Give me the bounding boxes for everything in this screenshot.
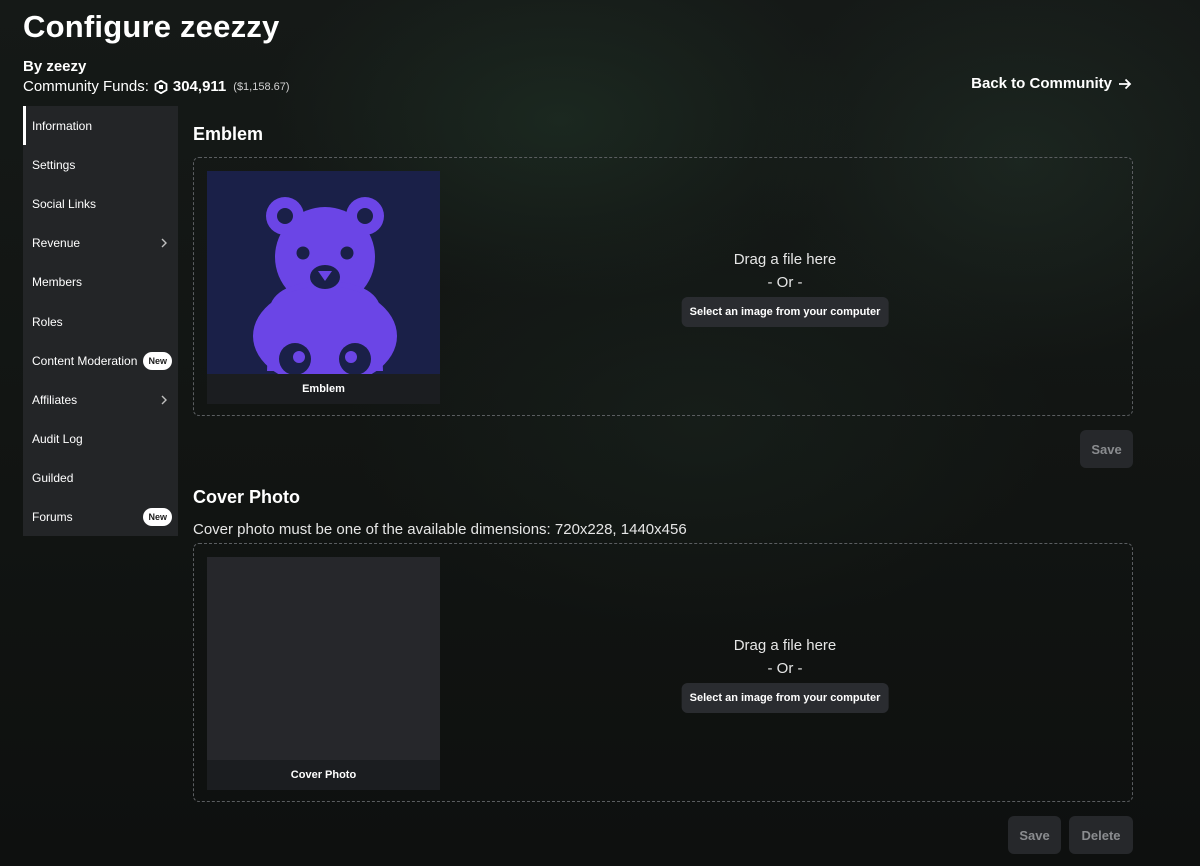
cover-delete-button[interactable]: Delete (1069, 816, 1133, 854)
cover-thumbnail: Cover Photo (207, 557, 440, 790)
sidebar-item-label: Content Moderation (32, 353, 138, 368)
sidebar-item-content-moderation[interactable]: Content Moderation New (23, 341, 178, 380)
robux-icon (154, 79, 168, 94)
sidebar-item-label: Social Links (32, 196, 97, 211)
emblem-select-image-button[interactable]: Select an image from your computer (681, 297, 889, 327)
or-text: - Or - (767, 660, 803, 677)
cover-thumb-caption: Cover Photo (207, 760, 440, 790)
sidebar-item-label: Affiliates (32, 392, 78, 407)
sidebar-item-label: Revenue (32, 236, 81, 251)
community-owner: By zeezy (23, 58, 87, 75)
sidebar-item-label: Guilded (32, 471, 74, 486)
drag-text: Drag a file here (733, 251, 837, 268)
cover-dimensions-hint: Cover photo must be one of the available… (193, 521, 687, 538)
funds-amount: 304,911 (172, 78, 227, 95)
funds-usd: ($1,158.67) (233, 80, 290, 93)
chevron-right-icon (161, 238, 167, 248)
sidebar-item-roles[interactable]: Roles (23, 302, 178, 341)
sidebar-item-members[interactable]: Members (23, 263, 178, 302)
emblem-section-title: Emblem (193, 124, 264, 144)
sidebar-item-label: Forums (32, 510, 73, 525)
cover-drop-instructions: Drag a file here - Or - (734, 634, 837, 680)
arrow-right-icon (1119, 78, 1132, 89)
sidebar-item-social-links[interactable]: Social Links (23, 184, 178, 223)
emblem-dropzone[interactable]: Emblem Drag a file here - Or - Select an… (193, 157, 1133, 416)
or-text: - Or - (767, 274, 803, 291)
cover-section-title: Cover Photo (193, 487, 301, 507)
community-funds: Community Funds: 304,911 ($1,158.67) (23, 78, 290, 95)
sidebar-item-revenue[interactable]: Revenue (23, 224, 178, 263)
cover-select-image-button[interactable]: Select an image from your computer (681, 683, 889, 713)
new-badge: New (143, 508, 172, 527)
back-link-label: Back to Community (971, 75, 1112, 92)
sidebar-item-label: Members (32, 275, 83, 290)
sidebar-item-affiliates[interactable]: Affiliates (23, 380, 178, 419)
cover-save-button[interactable]: Save (1008, 816, 1061, 854)
sidebar-item-audit-log[interactable]: Audit Log (23, 420, 178, 459)
new-badge: New (143, 351, 172, 370)
cover-dropzone[interactable]: Cover Photo Drag a file here - Or - Sele… (193, 543, 1133, 802)
funds-label: Community Funds: (23, 78, 149, 95)
sidebar-item-label: Information (32, 118, 93, 133)
emblem-drop-instructions: Drag a file here - Or - (734, 248, 837, 294)
sidebar-item-guilded[interactable]: Guilded (23, 459, 178, 498)
drag-text: Drag a file here (733, 637, 837, 654)
page-title: Configure zeezzy (23, 9, 280, 44)
chevron-right-icon (161, 395, 167, 405)
emblem-thumbnail: Emblem (207, 171, 440, 404)
sidebar-item-settings[interactable]: Settings (23, 145, 178, 184)
sidebar: Information Settings Social Links Revenu… (23, 106, 178, 536)
emblem-save-button[interactable]: Save (1080, 430, 1133, 468)
back-to-community-link[interactable]: Back to Community (971, 75, 1132, 92)
sidebar-item-information[interactable]: Information (23, 106, 178, 146)
sidebar-item-label: Roles (32, 314, 63, 329)
emblem-thumb-caption: Emblem (207, 374, 440, 404)
teddy-bear-icon (253, 197, 397, 386)
sidebar-item-label: Settings (32, 157, 76, 172)
sidebar-item-forums[interactable]: Forums New (23, 498, 178, 537)
sidebar-item-label: Audit Log (32, 432, 83, 447)
